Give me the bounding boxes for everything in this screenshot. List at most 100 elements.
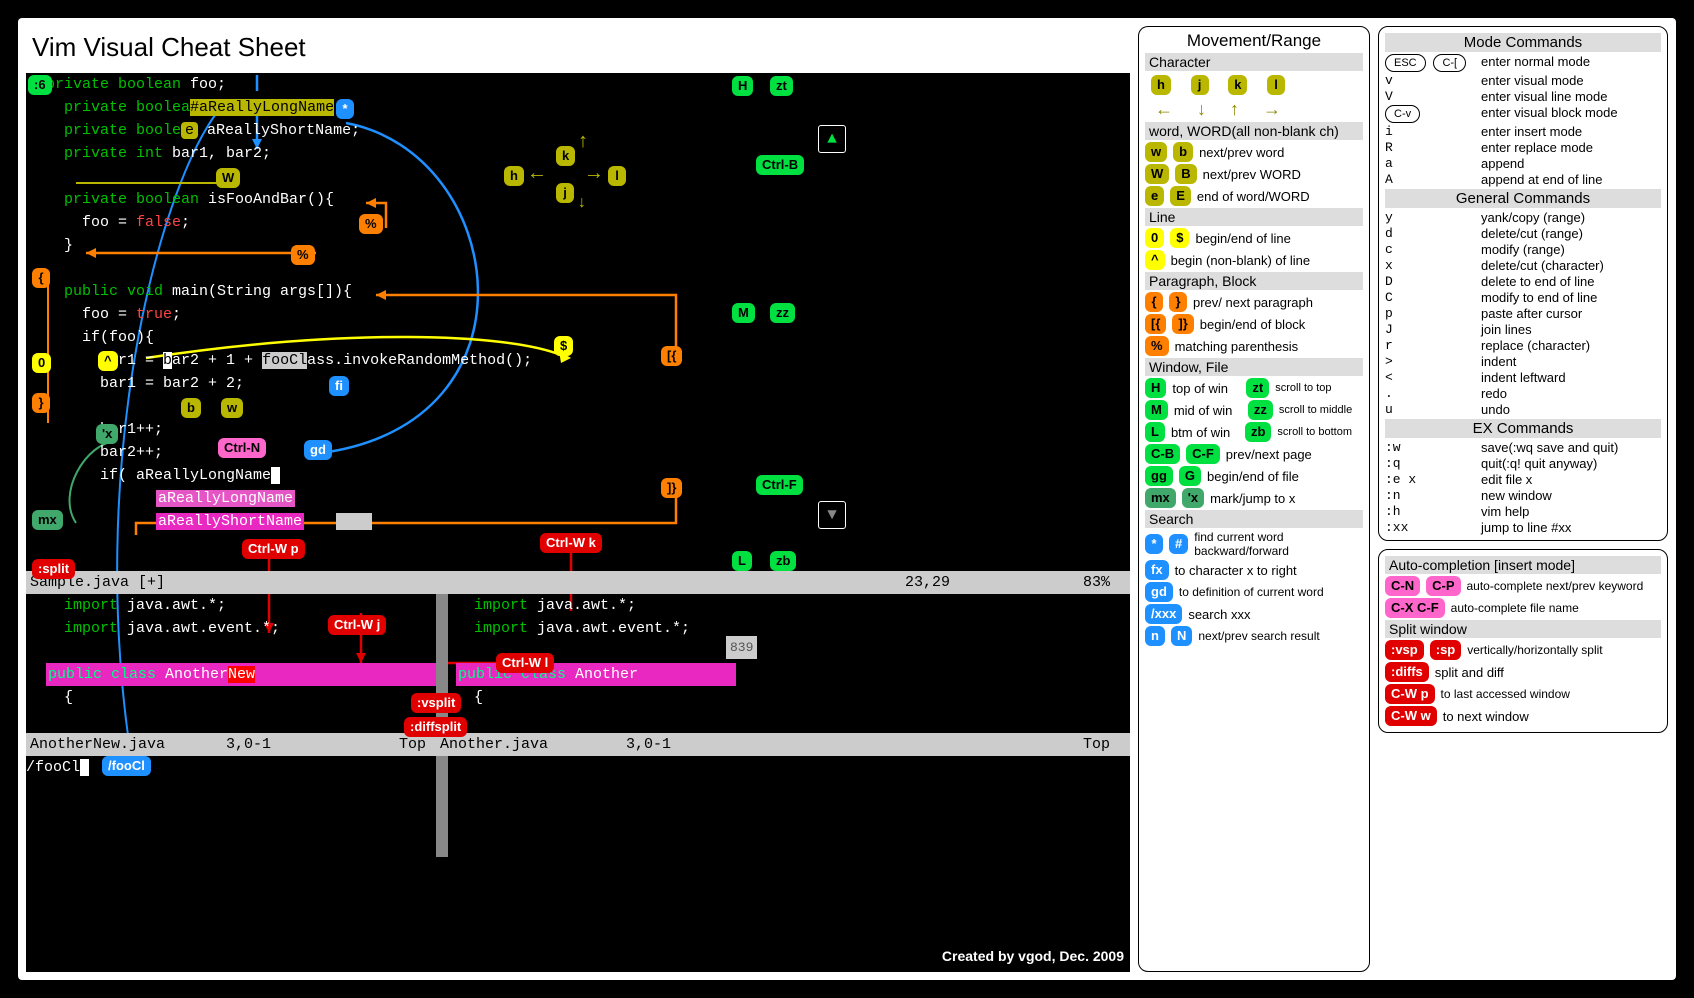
key-fx: fx (1145, 560, 1169, 580)
code-text: { (46, 689, 73, 706)
cheat-sheet: Vim Visual Cheat Sheet (18, 18, 1676, 980)
key: :q (1385, 456, 1471, 471)
desc: end of word/WORD (1197, 189, 1363, 204)
key-xxx: /xxx (1145, 604, 1182, 624)
desc: begin/end of line (1195, 231, 1363, 246)
desc: paste after cursor (1481, 306, 1661, 321)
key: :xx (1385, 520, 1471, 535)
arrow-up-icon: ↑ (577, 133, 589, 153)
code-text: private boole (46, 122, 181, 139)
key-cf: C-F (1186, 444, 1220, 464)
desc: delete/cut (character) (1481, 258, 1661, 273)
key-E: E (1170, 186, 1191, 206)
desc: to character x to right (1175, 563, 1363, 578)
left-column: Vim Visual Cheat Sheet (26, 26, 1130, 972)
desc: auto-complete next/prev keyword (1467, 579, 1662, 593)
modes-panel: Mode Commands ESC C-[enter normal mode v… (1378, 26, 1668, 541)
arrow-down-icon: ↓ (577, 195, 587, 211)
key-tickx: 'x (96, 424, 118, 444)
desc: scroll to bottom (1277, 426, 1363, 438)
key-zt: zt (770, 76, 793, 96)
key: V (1385, 89, 1471, 104)
key-b: b (1173, 142, 1193, 162)
panel-title: Auto-completion [insert mode] (1385, 556, 1661, 574)
key: c (1385, 242, 1471, 257)
key-lblock: [{ (1145, 314, 1166, 334)
filename: Another.java (440, 736, 548, 753)
key: r (1385, 338, 1471, 353)
key-B: B (1175, 164, 1196, 184)
section-header: word, WORD(all non-blank ch) (1145, 122, 1363, 140)
key-diffsplit: :diffsplit (404, 717, 467, 737)
code-text: aReallyLongName (136, 467, 271, 484)
desc: undo (1481, 402, 1661, 417)
key-cww: C-W w (1385, 706, 1437, 726)
key-zt: zt (1246, 378, 1269, 398)
desc: scroll to middle (1279, 404, 1363, 416)
scroll-pct: 83% (1083, 571, 1110, 594)
key-e: e (1145, 186, 1164, 206)
key: y (1385, 210, 1471, 225)
code-text: java.awt.event.*; (537, 620, 690, 637)
key-W: W (216, 168, 240, 188)
desc: replace (character) (1481, 338, 1661, 353)
key-c-lbrack: C-[ (1433, 54, 1466, 72)
key: > (1385, 354, 1471, 369)
key: p (1385, 306, 1471, 321)
desc: delete to end of line (1481, 274, 1661, 289)
desc: begin/end of block (1200, 317, 1363, 332)
key-sp: :sp (1430, 640, 1462, 660)
code-text: bar1 = bar2 + 2; (46, 375, 244, 392)
key-zz: zz (770, 303, 795, 323)
code-text: foo = (46, 306, 136, 323)
key-rbrace: } (1169, 292, 1187, 312)
desc: enter insert mode (1481, 124, 1661, 139)
key-hash: # (1169, 534, 1188, 554)
credit-line: Created by vgod, Dec. 2009 (942, 945, 1124, 968)
status-bar: AnotherNew.java 3,0-1 Top (26, 733, 436, 756)
movement-panel: Movement/Range Character h j k l ←↓↑→ wo… (1138, 26, 1370, 972)
arrow-right-icon: → (588, 165, 600, 185)
key-k: k (1228, 75, 1247, 95)
key-foocl: /fooCl (102, 756, 151, 776)
scroll-pct: Top (1083, 733, 1110, 756)
key-b: b (181, 398, 201, 418)
status-bar: Sample.java [+] 23,29 83% (26, 571, 1130, 594)
key-w: w (221, 398, 243, 418)
key-dollar: $ (554, 336, 573, 356)
key-tx: 'x (1182, 488, 1204, 508)
desc: split and diff (1435, 665, 1661, 680)
hjkl-row: h j k l (1151, 75, 1363, 95)
key: D (1385, 274, 1471, 289)
desc: join lines (1481, 322, 1661, 337)
key: :h (1385, 504, 1471, 519)
panel-title: Split window (1385, 620, 1661, 638)
code-text: import (456, 597, 537, 614)
key: a (1385, 156, 1471, 171)
desc: begin/end of file (1207, 469, 1363, 484)
code-text: main(String args[]){ (172, 283, 352, 300)
section-header: Window, File (1145, 358, 1363, 376)
code-literal: true (136, 306, 172, 323)
desc: next/prev word (1199, 145, 1363, 160)
key-M: M (1145, 400, 1168, 420)
key-gd: gd (304, 440, 332, 460)
code-text: bar2++; (46, 444, 163, 461)
desc: indent (1481, 354, 1661, 369)
autocomplete-panel: Auto-completion [insert mode] C-NC-Pauto… (1378, 549, 1668, 733)
key-ctrln: Ctrl-N (218, 438, 266, 458)
highlighted-word: aReallyLongName (199, 99, 334, 116)
desc: begin (non-blank) of line (1171, 253, 1363, 268)
code-text: java.awt.*; (537, 597, 636, 614)
key-zb: zb (1245, 422, 1271, 442)
arrow-row: ←↓↑→ (1155, 99, 1363, 120)
key-L: L (732, 551, 752, 571)
key-k: k (556, 146, 575, 166)
desc: enter visual block mode (1481, 105, 1661, 123)
desc: to last accessed window (1441, 687, 1661, 701)
key-ctrlwp: Ctrl-W p (242, 539, 305, 559)
code-text: import (46, 597, 127, 614)
desc: btm of win (1171, 425, 1239, 440)
key: . (1385, 386, 1471, 401)
desc: append at end of line (1481, 172, 1661, 187)
